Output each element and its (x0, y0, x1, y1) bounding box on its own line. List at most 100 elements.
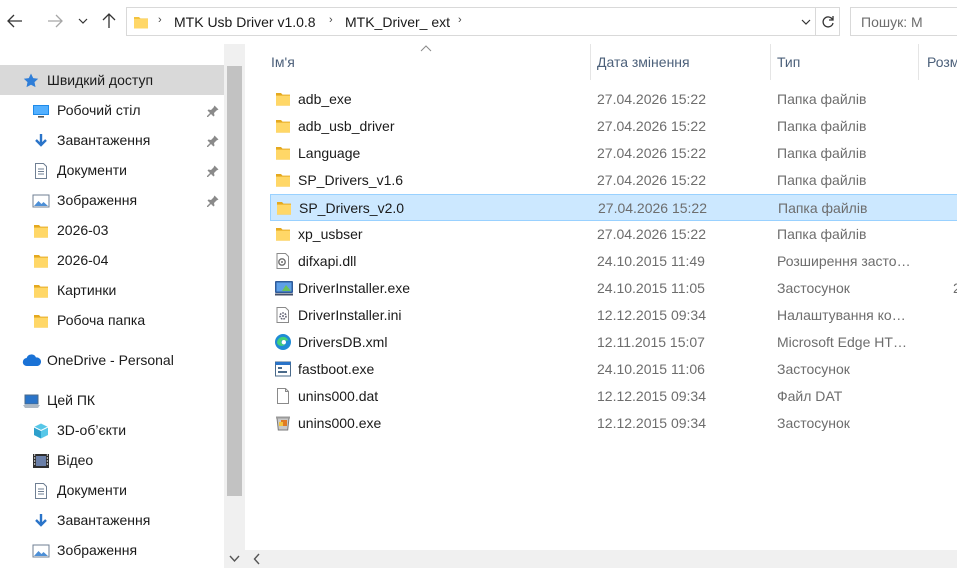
folder-icon (274, 117, 292, 135)
sidebar-item-label: Робоча папка (57, 312, 146, 328)
sidebar-item-label: Завантаження (57, 512, 151, 528)
breadcrumb-separator: › (458, 14, 462, 26)
file-row[interactable]: DriverInstaller.ini 12.12.2015 09:34 Налаш… (270, 302, 957, 329)
exe-icon (274, 360, 292, 378)
sidebar-item[interactable]: 3D-об’єкти (0, 415, 224, 445)
computer-icon (22, 392, 40, 408)
file-row[interactable]: DriversDB.xml 12.11.2015 15:07 Microsoft E… (270, 329, 957, 356)
back-button[interactable] (4, 10, 26, 32)
file-type: Папка файлів (777, 226, 867, 242)
scrollbar-thumb[interactable] (227, 66, 242, 496)
blank-file-icon (274, 387, 292, 405)
pictures-icon (32, 192, 50, 208)
file-row[interactable]: adb_exe 27.04.2026 15:22 Папка файлів (270, 86, 957, 113)
sidebar-item[interactable]: Зображення (0, 535, 224, 565)
file-date: 27.04.2026 15:22 (597, 91, 706, 107)
recent-locations-button[interactable] (72, 10, 94, 32)
file-type: Папка файлів (777, 172, 867, 188)
column-header-label: Ім'я (271, 54, 295, 70)
refresh-icon (821, 15, 834, 28)
up-button[interactable] (98, 10, 120, 32)
folder-icon (134, 17, 148, 29)
file-name: DriverInstaller.exe (298, 280, 411, 296)
search-input[interactable]: Пошук: M (850, 7, 957, 36)
column-header-date[interactable]: Дата змінення (591, 44, 771, 80)
file-type: Microsoft Edge HTML Document (777, 334, 913, 350)
file-row[interactable]: fastboot.exe 24.10.2015 11:06 Застосунок (270, 356, 957, 383)
file-date: 27.04.2026 15:22 (597, 145, 706, 161)
file-row[interactable]: SP_Drivers_v2.0 27.04.2026 15:22 Папка фай… (270, 194, 957, 221)
chevron-down-icon[interactable] (228, 552, 241, 566)
sidebar-item[interactable]: OneDrive - Personal (0, 345, 224, 375)
file-type: Папка файлів (778, 200, 868, 216)
folder-icon (274, 144, 292, 162)
star-icon (22, 72, 40, 88)
address-bar[interactable]: › MTK Usb Driver v1.0.8 › MTK_Driver_ ex… (126, 7, 816, 36)
sidebar-item[interactable]: 2026-04 (0, 245, 224, 275)
folder-icon (275, 199, 293, 217)
pin-icon (206, 164, 220, 178)
file-name: SP_Drivers_v2.0 (299, 200, 405, 216)
chevron-left-icon[interactable] (253, 553, 261, 565)
sidebar-item[interactable]: Відео (0, 445, 224, 475)
column-header-name[interactable]: Ім'я (245, 44, 591, 80)
file-row[interactable]: SP_Drivers_v1.6 27.04.2026 15:22 Папка фай… (270, 167, 957, 194)
column-header-type[interactable]: Тип (771, 44, 919, 80)
folder-icon (274, 90, 292, 108)
file-type: Застосунок (777, 361, 850, 377)
sidebar-item[interactable]: Зображення (0, 185, 224, 215)
document-icon (32, 482, 50, 499)
sidebar-item-label: OneDrive - Personal (47, 352, 174, 368)
uninstaller-icon (274, 414, 292, 432)
sidebar-item[interactable]: Документи (0, 155, 224, 185)
file-row[interactable]: unins000.exe 12.12.2015 09:34 Застосунок (270, 410, 957, 437)
sidebar-item[interactable]: Робоча папка (0, 305, 224, 335)
horizontal-scrollbar[interactable] (245, 550, 957, 568)
file-date: 12.12.2015 09:34 (597, 388, 706, 404)
sidebar-scrollbar[interactable] (224, 44, 245, 568)
file-date: 24.10.2015 11:05 (597, 280, 705, 296)
breadcrumb-separator: › (158, 14, 162, 26)
file-row[interactable]: DriverInstaller.exe 24.10.2015 11:05 Засто… (270, 275, 957, 302)
sidebar-item[interactable]: Завантаження (0, 505, 224, 535)
download-icon (32, 512, 50, 528)
file-name: Language (298, 145, 361, 161)
file-row[interactable]: unins000.dat 12.12.2015 09:34 Файл DAT (270, 383, 957, 410)
file-size: 2 (953, 280, 957, 296)
sidebar-item[interactable]: Робочий стіл (0, 95, 224, 125)
file-date: 24.10.2015 11:49 (597, 253, 705, 269)
folder-icon (32, 252, 50, 268)
folder-icon (32, 222, 50, 238)
address-dropdown-button[interactable] (796, 7, 816, 36)
breadcrumb-item[interactable]: MTK Usb Driver v1.0.8 (174, 14, 316, 30)
file-date: 27.04.2026 15:22 (597, 226, 706, 242)
breadcrumb-item[interactable]: MTK_Driver_ ext (345, 14, 450, 30)
sidebar-item[interactable]: Документи (0, 475, 224, 505)
pictures-icon (32, 542, 50, 558)
sidebar-item[interactable]: Цей ПК (0, 385, 224, 415)
file-row[interactable]: difxapi.dll 24.10.2015 11:49 Розширення за… (270, 248, 957, 275)
chevron-down-icon (801, 19, 811, 25)
folder-icon (32, 312, 50, 328)
column-header-label: Тип (777, 54, 801, 70)
file-row[interactable]: Language 27.04.2026 15:22 Папка файлів (270, 140, 957, 167)
file-date: 27.04.2026 15:22 (597, 118, 706, 134)
file-row[interactable]: xp_usbser 27.04.2026 15:22 Папка файлів (270, 221, 957, 248)
sidebar-item-label: Швидкий доступ (47, 72, 154, 88)
column-header-label: Дата змінення (597, 54, 690, 70)
pin-icon (206, 104, 220, 118)
column-header-size[interactable]: Розм (919, 44, 957, 80)
folder-icon (274, 171, 292, 189)
sidebar-item-label: Завантаження (57, 132, 151, 148)
column-header-label: Розм (927, 54, 957, 70)
sidebar-item[interactable]: 2026-03 (0, 215, 224, 245)
sidebar-item-label: 2026-04 (57, 252, 109, 268)
sidebar-item[interactable]: Завантаження (0, 125, 224, 155)
forward-button[interactable] (44, 10, 66, 32)
pin-icon (206, 134, 220, 148)
3d-objects-icon (32, 422, 50, 439)
refresh-button[interactable] (816, 7, 840, 36)
sidebar-item[interactable]: Картинки (0, 275, 224, 305)
sidebar-item[interactable]: Швидкий доступ (0, 65, 224, 95)
file-row[interactable]: adb_usb_driver 27.04.2026 15:22 Папка файл… (270, 113, 957, 140)
